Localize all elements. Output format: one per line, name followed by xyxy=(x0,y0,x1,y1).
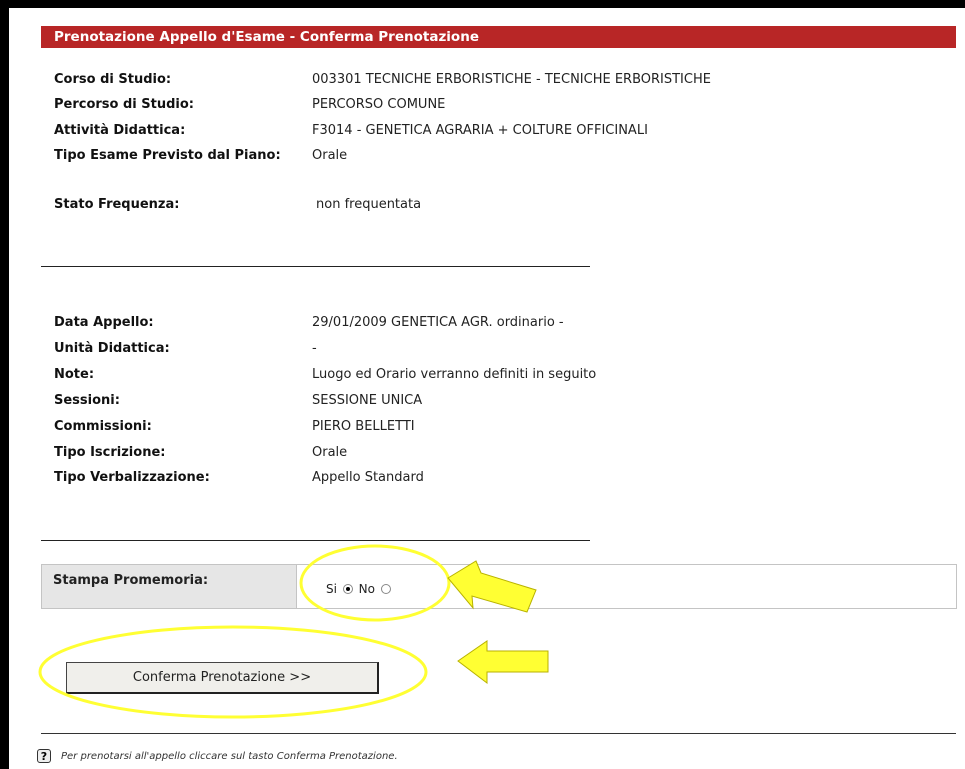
left-border xyxy=(0,0,9,769)
divider xyxy=(41,540,590,541)
value-commissioni: PIERO BELLETTI xyxy=(312,419,415,434)
label-tipo-verbalizzazione: Tipo Verbalizzazione: xyxy=(54,470,210,485)
label-stato-frequenza: Stato Frequenza: xyxy=(54,197,180,212)
annotation-overlay xyxy=(38,544,549,719)
value-data-appello: 29/01/2009 GENETICA AGR. ordinario - xyxy=(312,315,564,330)
label-sessioni: Sessioni: xyxy=(54,393,120,408)
help-text: Per prenotarsi all'appello cliccare sul … xyxy=(61,751,398,762)
help-icon: ? xyxy=(37,749,51,763)
value-sessioni: SESSIONE UNICA xyxy=(312,393,423,408)
label-data-appello: Data Appello: xyxy=(54,315,154,330)
value-note: Luogo ed Orario verranno definiti in seg… xyxy=(312,367,597,382)
label-corso-di-studio: Corso di Studio: xyxy=(54,72,172,87)
divider xyxy=(41,266,590,267)
label-attivita-didattica: Attività Didattica: xyxy=(54,123,186,138)
footer-divider xyxy=(41,733,956,734)
value-attivita-didattica: F3014 - GENETICA AGRARIA + COLTURE OFFIC… xyxy=(312,123,648,138)
label-tipo-esame: Tipo Esame Previsto dal Piano: xyxy=(54,148,281,163)
value-tipo-esame: Orale xyxy=(312,148,348,163)
value-tipo-iscrizione: Orale xyxy=(312,445,348,460)
stampa-promemoria-row: Stampa Promemoria: Si No xyxy=(41,564,957,609)
label-commissioni: Commissioni: xyxy=(54,419,152,434)
label-note: Note: xyxy=(54,367,95,382)
label-tipo-iscrizione: Tipo Iscrizione: xyxy=(54,445,166,460)
conferma-prenotazione-button[interactable]: Conferma Prenotazione >> xyxy=(66,662,379,694)
radio-no[interactable] xyxy=(380,584,391,594)
value-percorso-di-studio: PERCORSO COMUNE xyxy=(312,97,446,112)
annotation-arrow-button xyxy=(457,640,549,685)
top-border xyxy=(0,0,965,8)
stampa-promemoria-label: Stampa Promemoria: xyxy=(41,564,297,609)
value-unita-didattica: - xyxy=(312,341,317,356)
page-title: Prenotazione Appello d'Esame - Conferma … xyxy=(41,26,956,48)
stampa-promemoria-options: Si No xyxy=(297,564,957,609)
radio-si[interactable] xyxy=(342,584,353,594)
label-unita-didattica: Unità Didattica: xyxy=(54,341,170,356)
label-percorso-di-studio: Percorso di Studio: xyxy=(54,97,195,112)
radio-si-label: Si xyxy=(326,582,337,596)
value-corso-di-studio: 003301 TECNICHE ERBORISTICHE - TECNICHE … xyxy=(312,72,711,87)
value-tipo-verbalizzazione: Appello Standard xyxy=(312,470,424,485)
radio-no-label: No xyxy=(358,582,375,596)
value-stato-frequenza: non frequentata xyxy=(316,197,422,212)
